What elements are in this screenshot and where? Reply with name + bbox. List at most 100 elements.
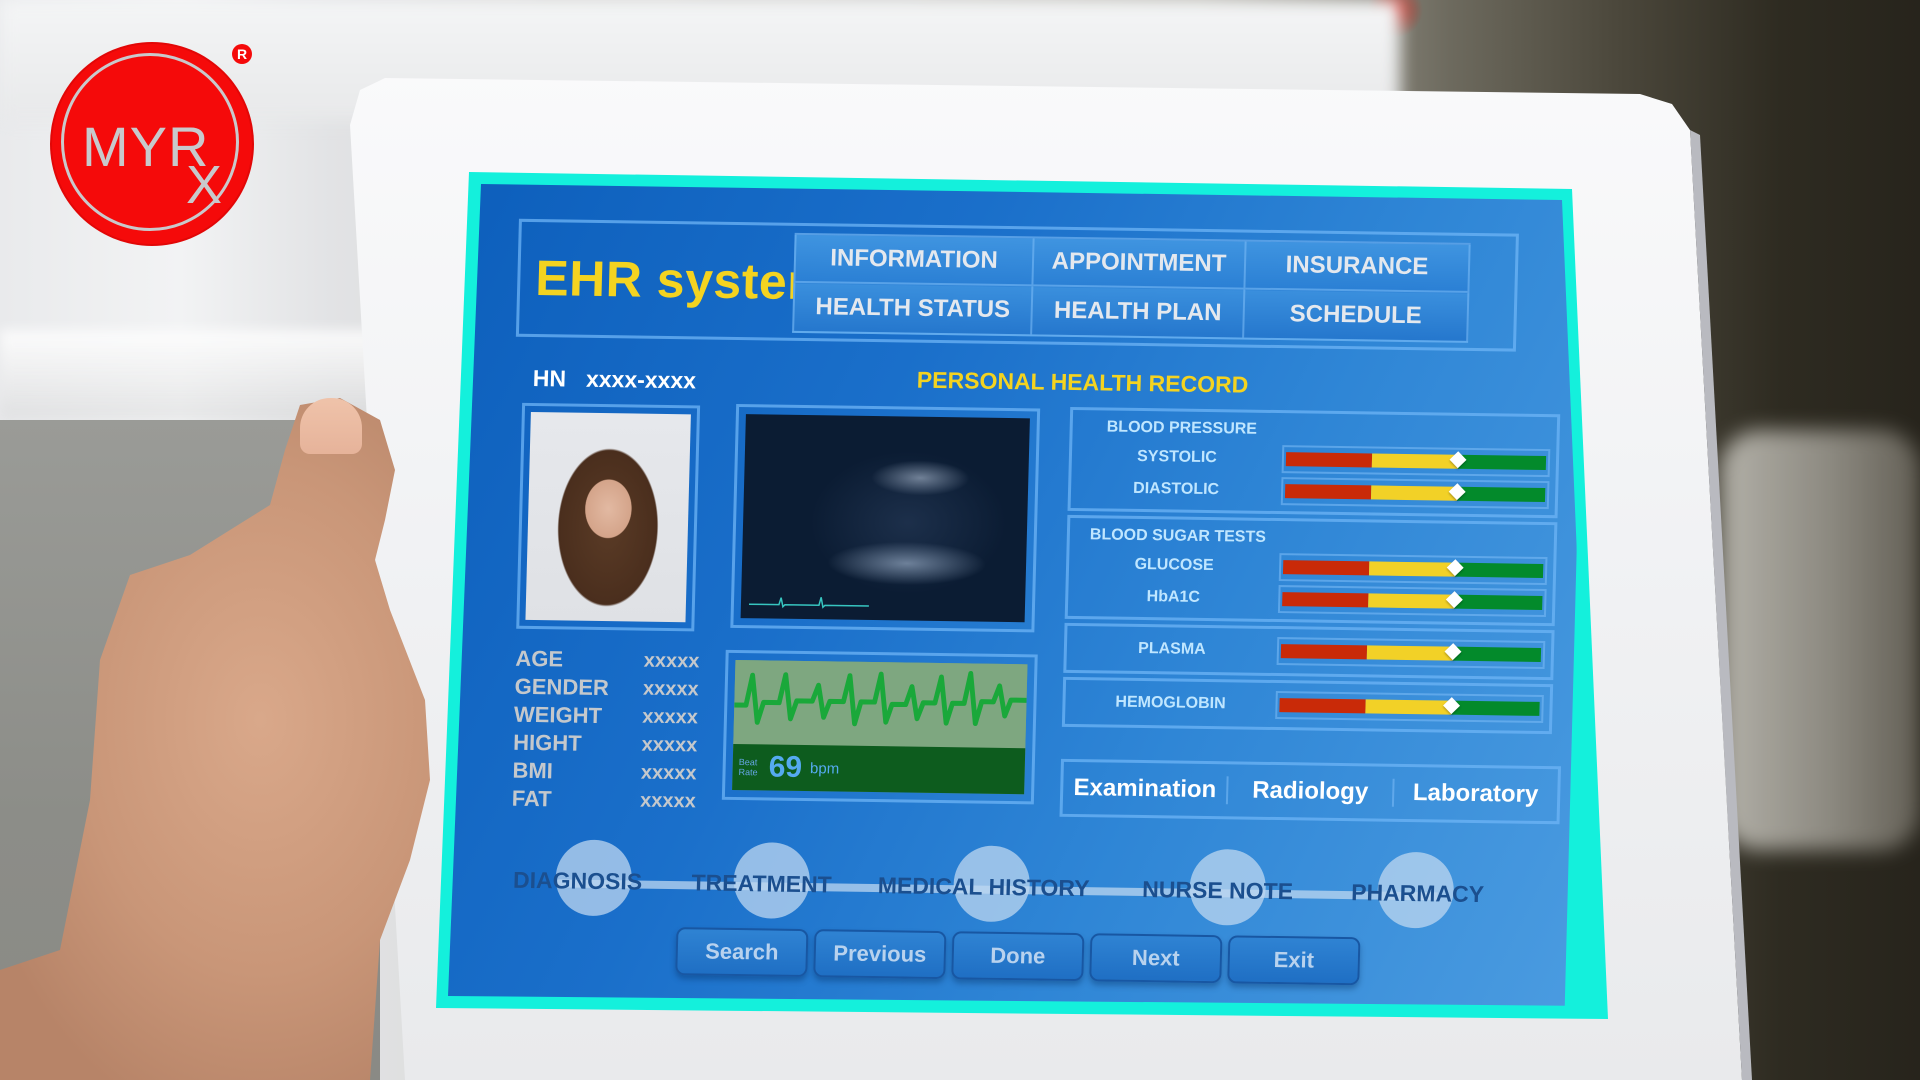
metric-gauge: [1275, 691, 1544, 723]
metric-label: DIASTOLIC: [1132, 479, 1220, 499]
ultrasound-frame: [730, 404, 1041, 633]
gauge-low: [1285, 452, 1372, 468]
vital-label: HIGHT: [512, 729, 583, 756]
nav-health-status[interactable]: HEALTH STATUS: [794, 282, 1034, 335]
heart-rate-unit: bpm: [809, 759, 840, 778]
metric-gauge: [1281, 445, 1551, 478]
metric-gauge: [1277, 585, 1547, 618]
background-equipment: [1720, 430, 1920, 850]
gauge-bar: [1285, 451, 1547, 471]
heart-rate-readout: Beat Rate 69 bpm: [732, 743, 1026, 795]
vital-age: AGE xxxxx: [515, 645, 706, 676]
heart-rate-monitor: Beat Rate 69 bpm: [721, 649, 1038, 805]
gauge-bar: [1280, 643, 1542, 662]
timeline-label-diagnosis[interactable]: DIAGNOSIS: [513, 867, 643, 896]
gauge-low: [1284, 484, 1372, 500]
nav-appointment[interactable]: APPOINTMENT: [1033, 238, 1247, 290]
vital-label: FAT: [511, 785, 553, 812]
tab-examination[interactable]: Examination: [1062, 773, 1229, 805]
metric-label: PLASMA: [1137, 639, 1206, 658]
lab-metrics: BLOOD PRESSURE SYSTOLIC DIASTOLIC BLOOD …: [1061, 406, 1561, 738]
beat-label-line2: Rate: [738, 767, 758, 778]
timeline-label-medical-history[interactable]: MEDICAL HISTORY: [877, 872, 1089, 902]
gauge-low: [1282, 592, 1369, 608]
gauge-mid: [1365, 699, 1452, 715]
vital-bmi: BMI xxxxx: [512, 757, 703, 788]
metric-plasma: PLASMA: [1067, 632, 1546, 671]
logo-rx-x: X: [186, 155, 223, 215]
next-button[interactable]: Next: [1089, 933, 1223, 984]
gauge-high: [1450, 700, 1540, 716]
gauge-high: [1452, 646, 1542, 662]
blood-sugar-title: BLOOD SUGAR TESTS: [1089, 526, 1267, 546]
timeline-label-pharmacy[interactable]: PHARMACY: [1351, 879, 1485, 908]
gauge-mid: [1366, 645, 1453, 661]
vital-height: HIGHT xxxxx: [513, 729, 704, 760]
metric-gauge: [1278, 553, 1548, 586]
gauge-bar: [1279, 697, 1540, 716]
plasma-panel: PLASMA: [1063, 622, 1555, 681]
tab-laboratory[interactable]: Laboratory: [1394, 779, 1558, 809]
vital-weight: WEIGHT xxxxx: [514, 701, 705, 732]
metric-hemoglobin: HEMOGLOBIN: [1065, 686, 1544, 725]
ehr-app: EHR system INFORMATION APPOINTMENT INSUR…: [448, 184, 1587, 1006]
previous-button[interactable]: Previous: [813, 929, 947, 980]
done-button[interactable]: Done: [951, 931, 1085, 982]
nav-schedule[interactable]: SCHEDULE: [1244, 290, 1467, 341]
gauge-high: [1456, 486, 1546, 503]
hospital-number: HN xxxx-xxxx: [532, 365, 696, 394]
main-nav: INFORMATION APPOINTMENT INSURANCE HEALTH…: [792, 232, 1471, 343]
beat-rate-label: Beat Rate: [738, 757, 765, 777]
blood-sugar-panel: BLOOD SUGAR TESTS GLUCOSE HbA1C: [1064, 514, 1558, 627]
vital-label: WEIGHT: [513, 701, 603, 729]
gauge-mid: [1368, 561, 1455, 577]
vital-value: xxxxx: [639, 789, 697, 812]
section-title: PERSONAL HEALTH RECORD: [916, 366, 1249, 398]
gauge-high: [1454, 562, 1544, 578]
blood-pressure-title: BLOOD PRESSURE: [1106, 418, 1258, 438]
metric-label: GLUCOSE: [1134, 555, 1214, 575]
metric-gauge: [1280, 477, 1550, 510]
ecg-waveform: [734, 670, 1027, 727]
metric-hba1c: HbA1C: [1068, 580, 1553, 619]
vital-value: xxxxx: [643, 649, 700, 672]
hn-label: HN: [532, 364, 567, 392]
gauge-mid: [1367, 593, 1455, 609]
gauge-high: [1453, 594, 1543, 610]
vital-value: xxxxx: [640, 761, 697, 784]
ultrasound-image[interactable]: [740, 414, 1030, 623]
metric-label: SYSTOLIC: [1136, 447, 1218, 467]
gauge-bar: [1284, 483, 1546, 503]
patient-vitals: AGE xxxxx GENDER xxxxx WEIGHT xxxxx HIGHT xx…: [511, 645, 705, 816]
ecg-waveform-area: [733, 659, 1028, 753]
timeline-label-nurse-note[interactable]: NURSE NOTE: [1142, 876, 1293, 905]
exit-button[interactable]: Exit: [1227, 935, 1361, 986]
nav-insurance[interactable]: INSURANCE: [1245, 241, 1469, 293]
beat-label-line1: Beat: [738, 757, 758, 768]
ecg-display: Beat Rate 69 bpm: [732, 659, 1028, 795]
tab-radiology[interactable]: Radiology: [1228, 776, 1395, 807]
patient-photo: [525, 411, 691, 623]
vital-value: xxxxx: [641, 733, 698, 756]
patient-photo-frame: [516, 402, 701, 632]
vital-label: AGE: [515, 645, 564, 672]
vital-fat: FAT xxxxx: [511, 785, 702, 816]
metric-gauge: [1276, 637, 1546, 670]
registered-trademark-icon: R: [232, 44, 252, 64]
timeline-label-treatment[interactable]: TREATMENT: [691, 869, 832, 898]
gauge-bar: [1282, 591, 1543, 610]
ultrasound-ecg-trace: [748, 597, 869, 609]
gauge-bar: [1282, 559, 1544, 578]
gauge-low: [1279, 698, 1366, 714]
myrx-logo: MYR X: [52, 44, 252, 244]
metric-diastolic: DIASTOLIC: [1071, 472, 1556, 511]
thumbnail: [300, 398, 362, 454]
metric-label: HbA1C: [1146, 588, 1201, 606]
gauge-low: [1282, 560, 1370, 576]
nav-information[interactable]: INFORMATION: [795, 234, 1035, 287]
nav-health-plan[interactable]: HEALTH PLAN: [1032, 286, 1246, 338]
hn-value: xxxx-xxxx: [585, 365, 697, 394]
vital-gender: GENDER xxxxx: [514, 673, 705, 704]
search-button[interactable]: Search: [675, 927, 809, 978]
vital-value: xxxxx: [642, 677, 699, 700]
